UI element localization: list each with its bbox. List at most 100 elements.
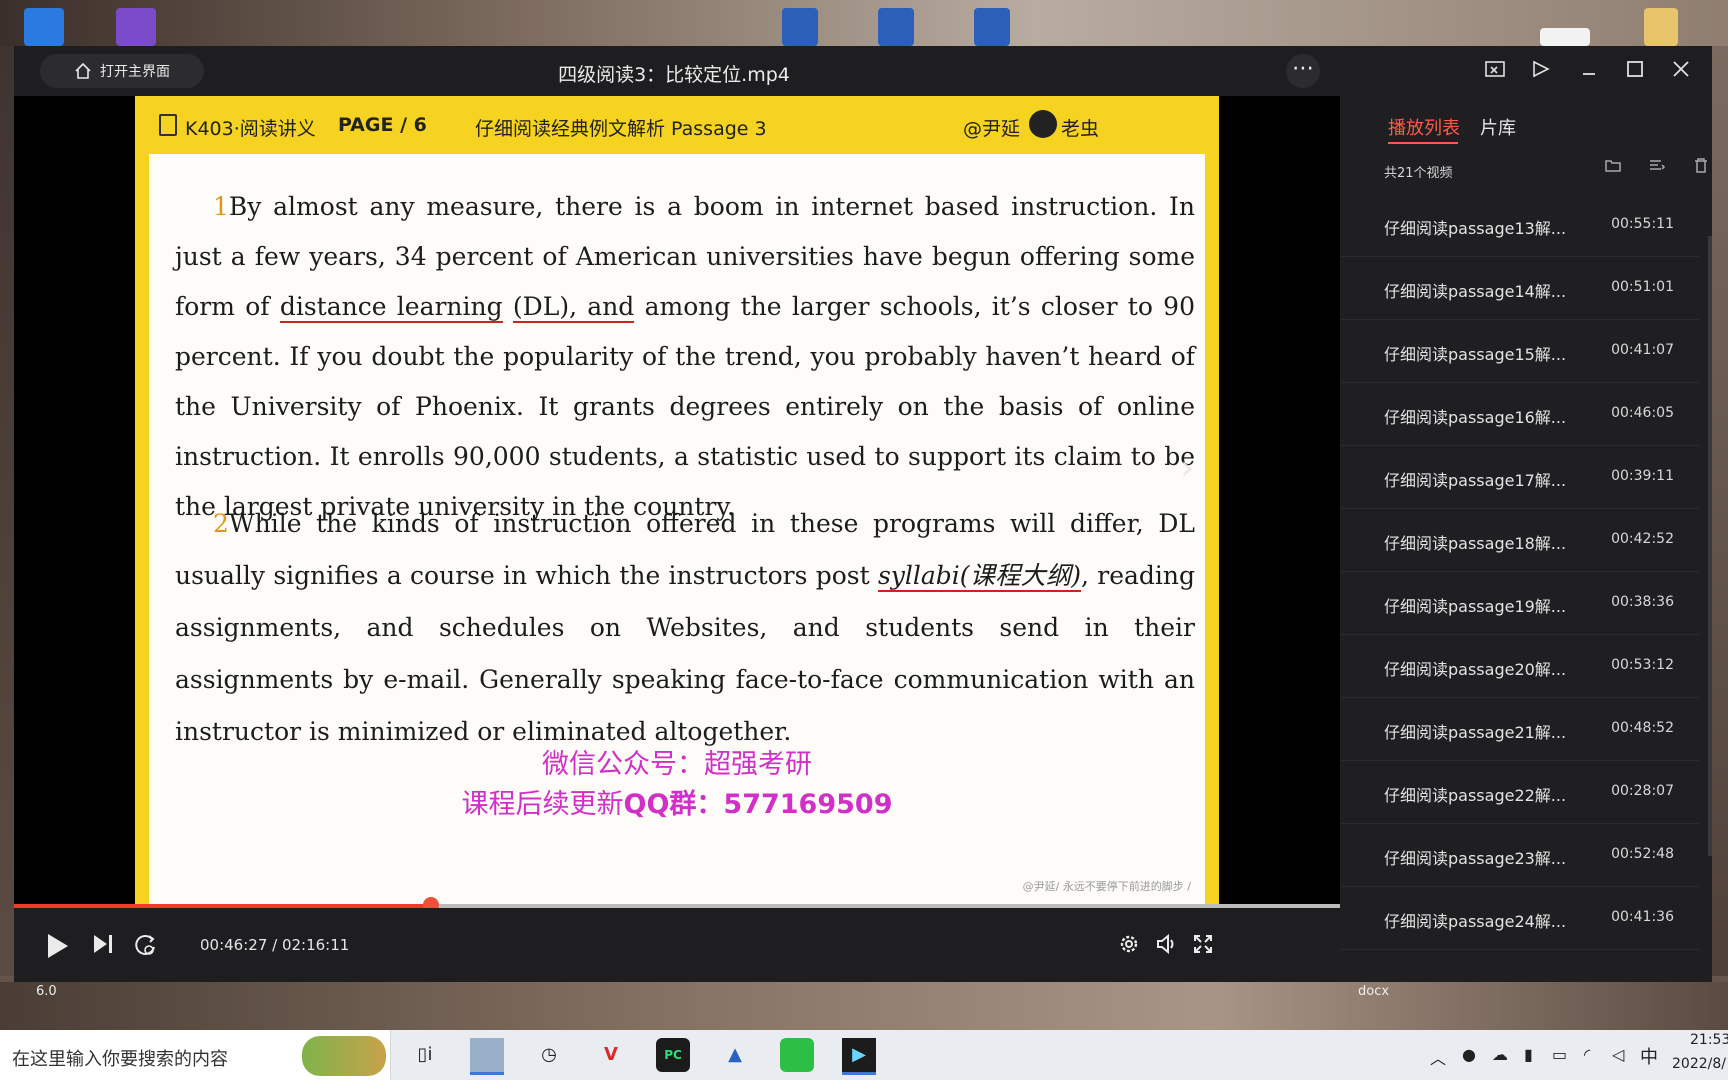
playlist-panel: 播放列表 片库 共21个视频 仔细阅读passage13解... 00:55:11… <box>1340 96 1712 982</box>
playlist-item-duration: 00:51:01 <box>1611 279 1674 295</box>
skip-next-icon <box>94 935 112 953</box>
slide-page: PAGE / 6 <box>338 114 427 136</box>
more-options-button[interactable]: ⋯ <box>1286 54 1320 88</box>
wifi-tray-icon[interactable]: ◜ <box>1584 1045 1590 1064</box>
clock-app-icon[interactable]: ◷ <box>532 1038 566 1072</box>
active-tab-indicator <box>1388 142 1458 144</box>
slide-section: 仔细阅读经典例文解析 Passage 3 <box>475 118 767 140</box>
playlist-item[interactable]: 仔细阅读passage14解... 00:51:01 <box>1340 257 1700 320</box>
qq-group-promo: 课程后续更新QQ群：577169509 <box>149 782 1205 821</box>
fullscreen-button[interactable] <box>1188 932 1218 962</box>
playlist-item-name: 仔细阅读passage21解... <box>1384 723 1567 742</box>
taskbar-clock-time[interactable]: 21:53 <box>1690 1032 1728 1048</box>
playlist-item[interactable]: 仔细阅读passage19解... 00:38:36 <box>1340 572 1700 635</box>
visual-studio-icon[interactable] <box>116 8 156 46</box>
paragraph-2: 2While the kinds of instruction offered … <box>175 498 1195 758</box>
playlist-item-duration: 00:39:11 <box>1611 468 1674 484</box>
minimize-icon <box>1583 73 1595 75</box>
app-shortcut-icon[interactable] <box>24 8 64 46</box>
playback-time: 00:46:27 / 02:16:11 <box>200 936 350 954</box>
open-folder-button[interactable] <box>1602 156 1624 178</box>
playlist-item-duration: 00:55:11 <box>1611 216 1674 232</box>
next-slide-button[interactable]: › <box>1172 448 1202 488</box>
search-mascot-icon <box>302 1036 386 1076</box>
file-icon[interactable] <box>1540 28 1590 46</box>
mascot-icon <box>1029 110 1057 138</box>
playlist-item[interactable]: 仔细阅读passage17解... 00:39:11 <box>1340 446 1700 509</box>
playlist-item-name: 仔细阅读passage19解... <box>1384 597 1567 616</box>
task-view-icon[interactable]: ▯i <box>408 1038 442 1072</box>
playlist-item-name: 仔细阅读passage14解... <box>1384 282 1567 301</box>
mini-mode-button[interactable] <box>1482 58 1508 84</box>
cloud-tray-icon[interactable]: ☁ <box>1492 1045 1508 1064</box>
volume-icon <box>1157 933 1174 955</box>
paragraph-text: among the larger schools, it’s closer to… <box>175 292 1195 521</box>
video-player-taskbar-icon[interactable]: ▶ <box>842 1038 876 1075</box>
playlist-item[interactable]: 仔细阅读passage16解... 00:46:05 <box>1340 383 1700 446</box>
word-document-icon[interactable] <box>782 8 818 46</box>
playlist-item-name: 仔细阅读passage23解... <box>1384 849 1567 868</box>
taskbar-search-box[interactable]: 在这里输入你要搜索的内容 <box>0 1030 391 1080</box>
speaker-tray-icon[interactable]: ◁ <box>1612 1045 1624 1064</box>
playlist-item[interactable]: 仔细阅读passage23解... 00:52:48 <box>1340 824 1700 887</box>
playlist-scrollbar[interactable] <box>1708 236 1712 856</box>
volume-button[interactable] <box>1152 932 1182 962</box>
slide-watermark: @尹延/ 永远不要停下前进的脚步 / <box>1022 880 1191 893</box>
tab-library[interactable]: 片库 <box>1480 114 1516 140</box>
tab-playlist[interactable]: 播放列表 <box>1388 114 1460 140</box>
qq-tray-icon[interactable]: ● <box>1462 1045 1476 1064</box>
qq-group-number: QQ群：577169509 <box>623 789 893 820</box>
next-video-button[interactable] <box>88 932 118 962</box>
word-document-icon[interactable] <box>974 8 1010 46</box>
underlined-phrase: distance learning <box>279 292 503 323</box>
battery-tray-icon[interactable]: ▭ <box>1552 1045 1567 1064</box>
playlist-item[interactable]: 仔细阅读passage21解... 00:48:52 <box>1340 698 1700 761</box>
title-bar: 打开主界面 四级阅读3：比较定位.mp4 ⋯ <box>14 46 1712 96</box>
desktop-label: docx <box>1358 984 1390 999</box>
list-sort-icon <box>1650 160 1666 170</box>
playlist-item[interactable]: 仔细阅读passage15解... 00:41:07 <box>1340 320 1700 383</box>
word-document-icon[interactable] <box>878 8 914 46</box>
playlist-item-duration: 00:41:07 <box>1611 342 1674 358</box>
microphone-tray-icon[interactable]: ▮ <box>1524 1045 1533 1064</box>
settings-button[interactable] <box>1114 932 1144 962</box>
playlist-item[interactable]: 仔细阅读passage18解... 00:42:52 <box>1340 509 1700 572</box>
red-app-icon[interactable]: V <box>594 1038 628 1072</box>
video-player-window: 打开主界面 四级阅读3：比较定位.mp4 ⋯ K403·阅读讲义 PAGE / … <box>14 46 1712 982</box>
pin-on-top-button[interactable] <box>1528 58 1554 84</box>
playlist-item-name: 仔细阅读passage20解... <box>1384 660 1567 679</box>
playlist-item[interactable]: 仔细阅读passage22解... 00:28:07 <box>1340 761 1700 824</box>
gear-icon <box>1120 935 1138 953</box>
slide-author-alias: 老虫 <box>1061 118 1100 140</box>
loop-mode-button[interactable] <box>130 932 160 962</box>
playlist-item-name: 仔细阅读passage16解... <box>1384 408 1567 427</box>
mini-mode-icon <box>1485 61 1505 77</box>
desktop-wallpaper <box>0 46 14 976</box>
pycharm-icon[interactable]: PC <box>656 1038 690 1072</box>
explorer-app-icon[interactable] <box>470 1038 504 1075</box>
play-button[interactable] <box>42 932 72 962</box>
chevron-right-icon: › <box>1180 448 1194 488</box>
playlist-item[interactable]: 仔细阅读passage13解... 00:55:11 <box>1340 194 1700 257</box>
paragraph-1: 1By almost any measure, there is a boom … <box>175 182 1195 532</box>
playlist-item-name: 仔细阅读passage18解... <box>1384 534 1567 553</box>
taskbar-clock-date[interactable]: 2022/8/ <box>1672 1056 1726 1072</box>
underlined-phrase: syllabi(课程大纲) <box>877 561 1082 592</box>
search-placeholder: 在这里输入你要搜索的内容 <box>12 1049 228 1070</box>
chevron-up-icon[interactable]: ︿ <box>1430 1045 1446 1069</box>
input-method-indicator[interactable]: 中 <box>1640 1043 1658 1069</box>
folder-icon[interactable] <box>1644 8 1678 46</box>
sort-list-button[interactable] <box>1646 156 1668 178</box>
maximize-button[interactable] <box>1622 58 1648 84</box>
video-area[interactable]: K403·阅读讲义 PAGE / 6 仔细阅读经典例文解析 Passage 3 … <box>14 96 1340 906</box>
playlist: 仔细阅读passage13解... 00:55:11 仔细阅读passage14解… <box>1340 194 1700 950</box>
taskbar: 在这里输入你要搜索的内容 ▯i ◷ V PC ▲ ▶ ︿ ● ☁ ▮ ▭ ◜ ◁… <box>0 1030 1728 1080</box>
minimize-button[interactable] <box>1576 58 1602 84</box>
slide-course: K403·阅读讲义 <box>185 118 316 140</box>
matlab-icon[interactable]: ▲ <box>718 1038 752 1072</box>
close-button[interactable] <box>1668 58 1694 84</box>
delete-list-button[interactable] <box>1690 156 1712 178</box>
wechat-icon[interactable] <box>780 1038 814 1072</box>
playlist-item[interactable]: 仔细阅读passage20解... 00:53:12 <box>1340 635 1700 698</box>
playlist-item[interactable]: 仔细阅读passage24解... 00:41:36 <box>1340 887 1700 950</box>
